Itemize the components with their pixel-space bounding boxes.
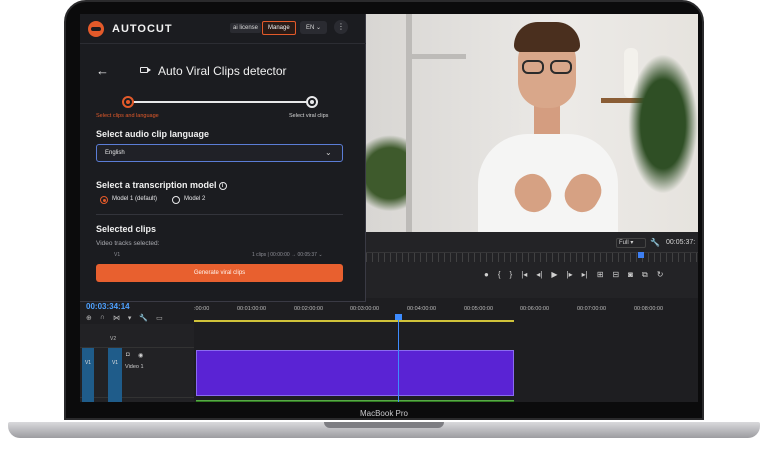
track-v2-label: V2 (110, 336, 117, 342)
track-target-a1[interactable]: A1 (108, 398, 122, 402)
model-1-radio[interactable] (100, 196, 108, 204)
model-1-label[interactable]: Model 1 (default) (112, 196, 157, 202)
video-tracks-label: Video tracks selected: (96, 240, 160, 247)
program-monitor-controls: Full ▾ 🔧 00:05:37: ● { } |◂ ◂| ▶ |▸ ▸| ⊞… (366, 232, 698, 298)
step-back-icon[interactable]: ◂| (536, 270, 542, 280)
autocut-logo-icon (88, 21, 104, 37)
zoom-value: Full (619, 240, 629, 246)
step-1-label: Select clips and language (96, 113, 159, 119)
loop-icon[interactable]: ↻ (657, 270, 664, 280)
settings-wrench-icon[interactable]: 🔧 (139, 314, 148, 322)
manage-button[interactable]: Manage (262, 21, 296, 35)
track-header-v1: V1 V1 ◘ ◉ Video 1 (80, 348, 194, 398)
track-row-name: V1 (114, 252, 121, 258)
overwrite-icon[interactable]: ⊟ (612, 270, 619, 280)
mark-in-icon[interactable]: { (498, 270, 501, 280)
model-2-label[interactable]: Model 2 (184, 196, 205, 202)
glasses (522, 60, 574, 74)
program-monitor-video (366, 14, 698, 232)
step-1-dot[interactable] (122, 96, 134, 108)
timeline-playhead[interactable] (398, 314, 399, 402)
mark-out-icon[interactable]: } (510, 270, 513, 280)
track-row-info[interactable]: 1 clips | 00:00:00 → 00:05:37 ⌄ (252, 252, 323, 258)
track-header-a1: A1 A1 (80, 398, 194, 402)
audio-clip[interactable] (196, 400, 514, 402)
camera-icon[interactable]: ◙ (628, 270, 633, 280)
audio-language-select[interactable]: English ⌄ (96, 144, 343, 162)
device-label: MacBook Pro (359, 409, 409, 418)
background-pipe (406, 14, 412, 232)
compare-icon[interactable]: ⧉ (642, 270, 648, 280)
go-to-in-icon[interactable]: |◂ (521, 270, 527, 280)
ruler-tick: 00:07:00:00 (577, 306, 607, 312)
page-title: Auto Viral Clips detector (158, 64, 287, 78)
track-row-info-text: 1 clips | 00:00:00 → 00:05:37 (252, 252, 317, 258)
ruler-tick: 00:05:00:00 (464, 306, 494, 312)
info-icon[interactable]: i (218, 182, 227, 190)
selected-clips-title: Selected clips (96, 224, 157, 234)
wrench-icon[interactable]: 🔧 (650, 238, 660, 247)
program-ruler[interactable] (366, 252, 698, 262)
transcription-title: Select a transcription model (96, 180, 217, 190)
more-vert-icon[interactable]: ⋮ (334, 20, 348, 34)
ruler-tick: 00:02:00:00 (294, 306, 324, 312)
nest-icon[interactable]: ⊕ (86, 314, 92, 322)
plant-left (366, 134, 406, 232)
ruler-tick: :00:00 (194, 306, 210, 312)
marker-add-icon[interactable]: ▾ (128, 314, 132, 322)
language-select[interactable]: EN ⌄ (300, 21, 328, 34)
generate-viral-clips-button[interactable]: Generate viral clips (96, 264, 343, 282)
transcription-title-row: Select a transcription model i (96, 180, 227, 190)
license-badge: ai license (230, 23, 262, 33)
work-area-bar[interactable] (194, 320, 514, 322)
timeline-panel: 00:03:34:14 ⊕ ∩ ⋈ ▾ 🔧 ▭ :00:00 00:01:00:… (80, 298, 698, 402)
video-camera-icon (140, 67, 151, 73)
zoom-select[interactable]: Full ▾ (616, 238, 646, 248)
track-header-v2: V2 (80, 324, 194, 348)
program-timecode: 00:05:37: (666, 239, 696, 246)
source-patch-v1[interactable]: V1 (82, 348, 94, 398)
language-value: EN (306, 25, 315, 31)
camera-track-icon[interactable]: ◘ (126, 352, 130, 358)
transport-controls: ● { } |◂ ◂| ▶ |▸ ▸| ⊞ ⊟ ◙ ⧉ ↻ (484, 270, 663, 280)
stepper-line (128, 101, 312, 103)
ruler-tick: 00:06:00:00 (520, 306, 550, 312)
screen: Full ▾ 🔧 00:05:37: ● { } |◂ ◂| ▶ |▸ ▸| ⊞… (80, 14, 698, 402)
linked-icon[interactable]: ⋈ (113, 314, 120, 322)
plant-right (628, 54, 698, 194)
program-playhead[interactable] (638, 252, 644, 258)
step-forward-icon[interactable]: |▸ (567, 270, 573, 280)
track-target-v1[interactable]: V1 (108, 348, 122, 398)
background-pipe-horizontal (406, 54, 466, 59)
person-hair (514, 22, 580, 52)
ruler-tick: 00:01:00:00 (237, 306, 267, 312)
insert-icon[interactable]: ⊞ (597, 270, 604, 280)
track-name: Video 1 (125, 364, 144, 370)
autocut-header: AUTOCUT ai license Manage EN ⌄ ⋮ (80, 14, 366, 44)
autocut-panel: AUTOCUT ai license Manage EN ⌄ ⋮ ← Auto … (80, 14, 366, 302)
eye-icon[interactable]: ◉ (138, 352, 143, 359)
chevron-down-icon: ⌄ (325, 148, 332, 157)
snap-icon[interactable]: ∩ (100, 314, 105, 322)
ruler-tick: 00:08:00:00 (634, 306, 664, 312)
source-patch-a1[interactable]: A1 (82, 398, 94, 402)
model-2-radio[interactable] (172, 196, 180, 204)
captions-icon[interactable]: ▭ (156, 314, 163, 322)
ruler-tick: 00:03:00:00 (350, 306, 380, 312)
marker-icon[interactable]: ● (484, 270, 489, 280)
video-clip[interactable] (196, 350, 514, 396)
play-icon[interactable]: ▶ (551, 270, 557, 280)
step-2-dot[interactable] (306, 96, 318, 108)
audio-language-title: Select audio clip language (96, 129, 210, 139)
laptop-notch (324, 422, 444, 428)
back-arrow-icon[interactable]: ← (96, 63, 109, 78)
timeline-timecode[interactable]: 00:03:34:14 (86, 302, 130, 311)
ruler-tick: 00:04:00:00 (407, 306, 437, 312)
audio-language-value: English (105, 150, 125, 156)
section-divider (96, 214, 343, 215)
step-2-label: Select viral clips (289, 113, 329, 119)
autocut-brand: AUTOCUT (112, 23, 173, 35)
go-to-out-icon[interactable]: ▸| (582, 270, 588, 280)
timeline-tools: ⊕ ∩ ⋈ ▾ 🔧 ▭ (86, 314, 163, 322)
